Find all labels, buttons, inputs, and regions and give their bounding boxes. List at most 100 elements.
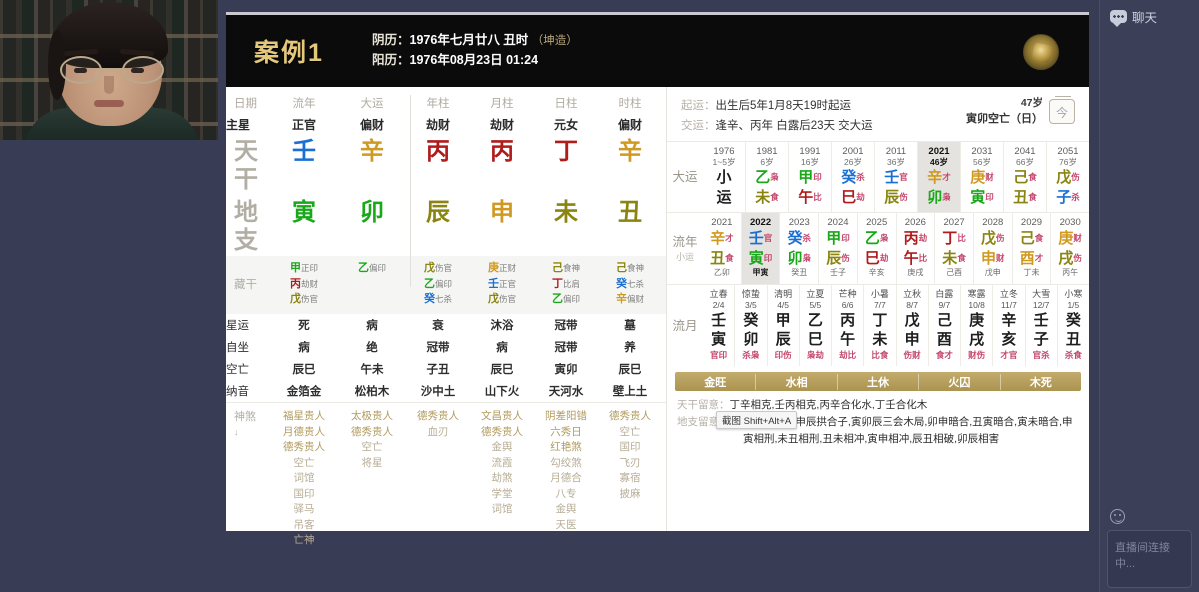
- shensha-entry: 吊客: [293, 518, 315, 531]
- dayun-cell-2031[interactable]: 2031 56岁 庚财 寅印: [960, 141, 1003, 213]
- emoji-picker-icon[interactable]: [1110, 509, 1125, 524]
- tiangan-note-value: 丁辛相克,壬丙相克,丙辛合化水,丁壬合化木: [729, 399, 928, 412]
- cell-date-2: 年柱: [426, 98, 450, 110]
- shensha-entry: 飞刃: [619, 456, 641, 469]
- cell-xingyun-0: 死: [298, 320, 310, 333]
- column-header-row: 日期 流年 大运 年柱 月柱 日柱 时柱: [226, 87, 666, 113]
- nayin-row: 纳音 金箔金 松柏木 沙中土 山下火 天河水 壁上土: [226, 380, 666, 402]
- liuyue-cell-清明[interactable]: 清明 4/5 甲辰印伤: [766, 285, 799, 367]
- liuyue-cell-小暑[interactable]: 小暑 7/7 丁未比食: [863, 285, 895, 367]
- cell-dizhi-1: 卯: [360, 197, 384, 226]
- liuyue-cell-立冬[interactable]: 立冬 11/7 辛亥才官: [992, 285, 1024, 367]
- dayun-cell-1976[interactable]: 1976 1~5岁小运: [703, 142, 745, 213]
- liunian-cell-2026[interactable]: 2026 丙劫 午比 庚戌: [895, 213, 935, 285]
- canggan-entry: 己食神: [551, 262, 580, 275]
- cell-xingyun-5: 墓: [624, 320, 636, 333]
- calendar-today-glyph: 今: [1055, 106, 1068, 120]
- liunian-cell-2023[interactable]: 2023 癸杀 卯枭 癸丑: [779, 213, 818, 285]
- liunian-cell-2024[interactable]: 2024 甲印 辰伤 壬子: [818, 213, 857, 285]
- wuxing-cell-3: 火囚: [918, 373, 999, 390]
- qiyun-section: 起运：出生后5年1月8天19时起运 交运：逢辛、丙年 白露后23天 交大运 47…: [667, 87, 1089, 141]
- shensha-band: 神煞 ↓ 福星贵人 月德贵人 德秀贵人 空亡 词馆 国印 驿马 吊客 亡神 太极贵人 德秀贵人 空亡 将星德…: [226, 402, 666, 549]
- liunian-cell-2029[interactable]: 2029 己食 酉才 丁未: [1011, 213, 1051, 285]
- liunian-cell-2022[interactable]: 2022 壬官 寅印 甲寅: [740, 213, 780, 285]
- dayun-cell-2051[interactable]: 2051 76岁 戊伤 子杀: [1046, 141, 1089, 213]
- liunian-cell-2030[interactable]: 2030 庚财 戌伤 丙午: [1050, 213, 1089, 285]
- chat-input[interactable]: 直播间连接中...: [1107, 530, 1192, 588]
- screen-share-stage: 案例1 阴历：1976年七月廿八 丑时 （坤造） 阳历：1976年08月23日 …: [218, 0, 1099, 592]
- qiyun-value: 出生后5年1月8天19时起运: [715, 100, 851, 112]
- shensha-entry: 福星贵人: [283, 410, 325, 423]
- shensha-entry: 学堂: [491, 487, 513, 500]
- liuyue-cell-立夏[interactable]: 立夏 5/5 乙巳枭劫: [798, 285, 831, 367]
- shensha-column-5: 德秀贵人 空亡 国印 飞刃 寡宿 披麻: [598, 409, 662, 549]
- liuyue-cell-小寒[interactable]: 小寒 1/5 癸丑杀食: [1056, 285, 1089, 367]
- liuyue-cell-立秋[interactable]: 立秋 8/7 戊申伤财: [895, 285, 928, 367]
- cell-dizhi-2: 辰: [426, 197, 450, 226]
- jiaoyun-value: 逢辛、丙年 白露后23天 交大运: [715, 119, 873, 132]
- row-label-date: 日期: [234, 98, 257, 110]
- dayun-cell-2001[interactable]: 2001 26岁 癸杀 巳劫: [831, 141, 874, 213]
- notes-section: 截图 Shift+Alt+A 天干留意：丁辛相克,壬丙相克,丙辛合化水,丁壬合化…: [667, 391, 1089, 448]
- chart-body: 日期 流年 大运 年柱 月柱 日柱 时柱 主星 正官 偏财 劫财 劫财 元女 偏财 天干壬辛丙丙丁辛 地…: [226, 87, 1089, 546]
- shensha-entry: 金舆: [491, 441, 513, 454]
- lunar-date-row: 阴历：1976年七月廿八 丑时 （坤造）: [372, 31, 578, 51]
- canggan-entry: 丙劫财: [289, 277, 318, 290]
- liunian-cell-2028[interactable]: 2028 戊伤 申财 戊申: [972, 213, 1012, 285]
- liuyue-cell-芒种[interactable]: 芒种 6/6 丙午劫比: [831, 285, 863, 367]
- chat-bubble-icon: [1110, 10, 1127, 27]
- shensha-column-4: 阴差阳错 六秀日 红艳煞 勾绞煞 月德合 八专 金舆 天医: [534, 409, 598, 549]
- dayun-cell-2021[interactable]: 2021 46岁 辛才 卯枭: [917, 141, 960, 213]
- shensha-entry: 空亡: [619, 425, 641, 438]
- cell-dizhi-3: 申: [490, 197, 514, 226]
- cell-zizuo-3: 病: [496, 342, 508, 355]
- dayun-cell-1981[interactable]: 1981 6岁 乙枭 未食: [745, 141, 788, 213]
- canggan-entry: 乙偏印: [423, 277, 452, 290]
- cell-date-5: 时柱: [618, 98, 642, 110]
- cell-zhuxing-2: 劫财: [425, 118, 450, 132]
- brand-logo-icon: [1023, 34, 1059, 70]
- canggan-entry: 乙偏印: [551, 293, 580, 306]
- zizuo-row: 自坐 病 绝 冠带 病 冠带 养: [226, 336, 666, 358]
- dayun-cell-2041[interactable]: 2041 66岁 己食 丑食: [1003, 141, 1046, 213]
- liuyue-cell-白露[interactable]: 白露 9/7 己酉食才: [927, 285, 960, 367]
- presenter-webcam[interactable]: [0, 0, 218, 140]
- row-label-shensha: 神煞 ↓: [234, 411, 256, 437]
- canggan-entry: 癸七杀: [615, 277, 644, 290]
- cell-dizhi-0: 寅: [292, 197, 316, 226]
- dayun-cell-1991[interactable]: 1991 16岁 甲印 午比: [788, 141, 831, 213]
- qiyun-label: 起运：: [681, 100, 716, 112]
- liunian-cell-2025[interactable]: 2025 乙枭 巳劫 辛亥: [856, 213, 896, 285]
- liuyue-cell-惊蛰[interactable]: 惊蛰 3/5 癸卯杀枭: [734, 285, 766, 367]
- shensha-column-1: 太极贵人 德秀贵人 空亡 将星: [338, 409, 406, 549]
- case-title: 案例1: [254, 39, 324, 67]
- cell-kongwang-4: 寅卯: [554, 364, 578, 377]
- wuxing-cell-2: 土休: [836, 373, 918, 390]
- canggan-band: 藏干 甲正印 丙劫财 戊伤官 乙偏印 戊伤官 乙偏印 癸七杀 庚正财 壬正官 戊伤官 己食神 丁比肩 乙偏…: [226, 256, 666, 315]
- calendar-today-icon[interactable]: 今: [1049, 96, 1075, 124]
- canggan-entry: 戊伤官: [487, 293, 516, 306]
- canggan-column-4: 己食神 丁比肩 乙偏印: [534, 261, 598, 308]
- liunian-label: 流年 小运: [667, 213, 703, 284]
- shensha-entry: 红艳煞: [550, 441, 582, 454]
- presenter-mouth: [94, 100, 124, 107]
- zhuxing-row: 主星 正官 偏财 劫财 劫财 元女 偏财: [226, 113, 666, 135]
- row-label-nayin: 纳音: [226, 386, 249, 399]
- cell-kongwang-1: 午未: [360, 364, 384, 377]
- canggan-entry: 乙偏印: [357, 262, 386, 275]
- wuxing-cell-0: 金旺: [704, 376, 727, 389]
- cell-tiangan-2: 丙: [426, 137, 450, 165]
- canggan-entry: 戊伤官: [289, 293, 318, 306]
- liuyue-cell-立春[interactable]: 立春 2/4 壬寅官印: [703, 285, 734, 366]
- liunian-cell-2021[interactable]: 2021 辛才 丑食 乙卯: [703, 213, 741, 284]
- liuyue-cell-寒露[interactable]: 寒露 10/8 庚戌财伤: [960, 285, 992, 367]
- dayun-cell-2011[interactable]: 2011 36岁 壬官 辰伤: [874, 141, 917, 213]
- canggan-column-0: 甲正印 丙劫财 戊伤官: [270, 261, 338, 308]
- cell-zizuo-4: 冠带: [554, 342, 578, 355]
- liuyue-cell-大雪[interactable]: 大雪 12/7 壬子官杀: [1024, 285, 1057, 367]
- cell-tiangan-4: 丁: [554, 137, 578, 165]
- chat-message-list[interactable]: [1100, 33, 1199, 501]
- birth-date-block: 阴历：1976年七月廿八 丑时 （坤造） 阳历：1976年08月23日 01:2…: [372, 31, 578, 70]
- cell-zizuo-5: 养: [624, 342, 636, 355]
- liunian-cell-2027[interactable]: 2027 丁比 未食 己酉: [934, 213, 973, 285]
